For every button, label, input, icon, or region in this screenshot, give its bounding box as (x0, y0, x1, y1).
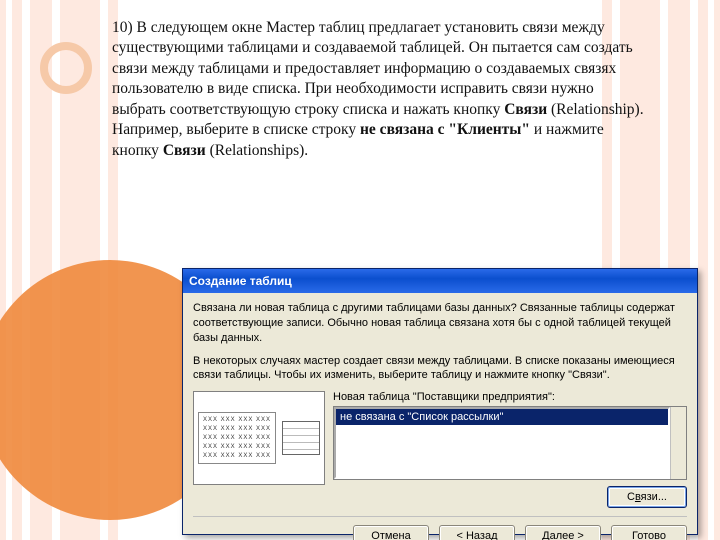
dialog-mid-row: XXX XXX XXX XXX XXX XXX XXX XXX XXX XXX … (193, 391, 687, 508)
dialog-paragraph-1: Связана ли новая таблица с другими табли… (193, 301, 687, 346)
dialog-body: Связана ли новая таблица с другими табли… (183, 293, 697, 540)
slide-text-part4: (Relationships). (206, 142, 308, 159)
dialog-paragraph-2: В некоторых случаях мастер создает связи… (193, 354, 687, 384)
table-wizard-dialog: Создание таблиц Связана ли новая таблица… (182, 268, 698, 535)
slide-text: 10) В следующем окне Мастер таблиц предл… (0, 0, 720, 161)
finish-button[interactable]: Готово (611, 525, 687, 540)
dialog-title: Создание таблиц (189, 274, 292, 288)
relationships-button[interactable]: Связи... (607, 486, 687, 508)
dialog-footer-buttons: Отмена < Назад Далее > Готово (193, 516, 687, 540)
new-table-label: Новая таблица "Поставщики предприятия": (333, 391, 687, 403)
mini-table-icon: XXX XXX XXX XXX XXX XXX XXX XXX XXX XXX … (198, 412, 276, 464)
relations-listbox[interactable]: не связана с "Список рассылки" (334, 407, 670, 479)
scrollbar[interactable] (670, 407, 686, 479)
back-button[interactable]: < Назад (439, 525, 515, 540)
next-button[interactable]: Далее > (525, 525, 601, 540)
slide-text-b3: Связи (163, 142, 206, 159)
dialog-titlebar[interactable]: Создание таблиц (183, 269, 697, 293)
slide: 10) В следующем окне Мастер таблиц предл… (0, 0, 720, 540)
slide-text-b1: Связи (504, 101, 547, 118)
wizard-illustration: XXX XXX XXX XXX XXX XXX XXX XXX XXX XXX … (193, 391, 325, 485)
mini-grid-icon (282, 421, 320, 455)
relations-column: Новая таблица "Поставщики предприятия": … (333, 391, 687, 508)
links-button-row: Связи... (333, 486, 687, 508)
list-item[interactable]: не связана с "Список рассылки" (336, 409, 668, 425)
cancel-button[interactable]: Отмена (353, 525, 429, 540)
slide-text-b2: не связана с "Клиенты" (360, 121, 530, 138)
relations-listbox-frame: не связана с "Список рассылки" (333, 406, 687, 480)
